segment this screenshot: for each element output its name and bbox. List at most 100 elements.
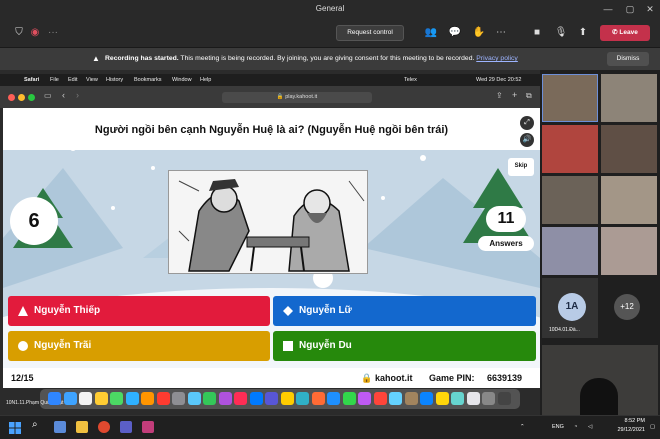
dock-app-icon[interactable] xyxy=(48,392,61,405)
privacy-policy-link[interactable]: Privacy policy xyxy=(476,55,518,62)
dock-app-icon[interactable] xyxy=(234,392,247,405)
teams-icon[interactable] xyxy=(120,421,132,433)
volume-icon[interactable]: ◁ xyxy=(588,424,592,430)
language-indicator[interactable]: ENG xyxy=(552,424,564,430)
participant-video[interactable] xyxy=(542,176,598,224)
chat-icon[interactable]: 💬 xyxy=(448,26,462,40)
dock-app-icon[interactable] xyxy=(373,392,387,405)
countdown-timer: 6 xyxy=(10,197,58,245)
more-dots-icon[interactable]: ··· xyxy=(46,26,60,40)
dock-app-icon[interactable] xyxy=(451,392,464,405)
dock-app-icon[interactable] xyxy=(125,392,139,405)
dock-app-icon[interactable] xyxy=(203,392,216,405)
participant-video[interactable] xyxy=(542,227,598,275)
answer-label: Nguyễn Thiếp xyxy=(34,305,101,316)
mac-clock: Wed 29 Dec 20:52 xyxy=(476,77,522,83)
menu-view[interactable]: View xyxy=(86,74,98,86)
dock-app-icon[interactable] xyxy=(141,392,154,405)
dock-app-icon[interactable] xyxy=(497,392,511,405)
question-image xyxy=(168,170,368,274)
dock-app-icon[interactable] xyxy=(327,392,340,405)
search-icon[interactable]: ⌕ xyxy=(32,419,38,430)
dock-app-icon[interactable] xyxy=(404,392,418,405)
dock-app-icon[interactable] xyxy=(389,392,402,405)
menu-help[interactable]: Help xyxy=(200,74,211,86)
camera-icon[interactable]: ■ xyxy=(530,26,544,40)
participant-video[interactable] xyxy=(601,176,657,224)
question-progress: 12/15 xyxy=(11,373,34,383)
answer-button-blue[interactable]: Nguyễn Lữ xyxy=(273,296,536,326)
dock-app-icon[interactable] xyxy=(466,392,480,405)
tabs-overview-icon[interactable]: ⧉ xyxy=(526,91,532,101)
wifi-icon[interactable]: ◔ xyxy=(574,424,577,430)
menu-window[interactable]: Window xyxy=(172,74,192,86)
taskbar-time[interactable]: 8:52 PM xyxy=(617,418,645,424)
dock-app-icon[interactable] xyxy=(79,392,92,405)
dock-app-icon[interactable] xyxy=(342,392,356,405)
back-icon[interactable]: ‹ xyxy=(62,90,65,100)
dock-app-icon[interactable] xyxy=(156,392,170,405)
menu-file[interactable]: File xyxy=(50,74,59,86)
participant-video[interactable] xyxy=(601,227,657,275)
menu-safari[interactable]: Safari xyxy=(24,74,39,86)
dock-app-icon[interactable] xyxy=(187,392,201,405)
close-window-dot[interactable] xyxy=(8,94,15,101)
notification-icon[interactable]: ▢ xyxy=(650,424,655,430)
taskbar-date[interactable]: 29/12/2021 xyxy=(610,427,645,433)
menu-history[interactable]: History xyxy=(106,74,123,86)
dock-app-icon[interactable] xyxy=(420,392,433,405)
dock-app-icon[interactable] xyxy=(218,392,232,405)
file-explorer-icon[interactable] xyxy=(76,421,88,433)
dock-app-icon[interactable] xyxy=(482,392,495,405)
minimize-window-dot[interactable] xyxy=(18,94,25,101)
menu-bookmarks[interactable]: Bookmarks xyxy=(134,74,162,86)
participant-video[interactable] xyxy=(542,74,598,122)
chrome-icon[interactable] xyxy=(98,421,110,433)
windows-start-icon[interactable] xyxy=(9,421,21,434)
minimize-icon[interactable]: — xyxy=(598,0,618,18)
close-icon[interactable]: ✕ xyxy=(640,0,660,18)
dock-app-icon[interactable] xyxy=(249,392,263,405)
request-control-button[interactable]: Request control xyxy=(336,25,404,41)
fullscreen-icon[interactable]: ⤢ xyxy=(520,116,534,130)
answer-button-green[interactable]: Nguyễn Du xyxy=(273,331,536,361)
participant-video[interactable] xyxy=(601,125,657,173)
task-view-icon[interactable] xyxy=(54,421,66,433)
leave-button[interactable]: ✆ Leave xyxy=(600,25,650,41)
forward-icon[interactable]: › xyxy=(76,90,79,100)
dock-app-icon[interactable] xyxy=(172,392,185,405)
dock-app-icon[interactable] xyxy=(110,392,123,405)
answer-button-yellow[interactable]: Nguyễn Trãi xyxy=(8,331,270,361)
zoom-window-dot[interactable] xyxy=(28,94,35,101)
menu-edit[interactable]: Edit xyxy=(68,74,77,86)
dock-app-icon[interactable] xyxy=(265,392,278,405)
new-tab-icon[interactable]: + xyxy=(512,90,517,100)
skip-button[interactable]: Skip xyxy=(508,158,534,176)
app-icon[interactable] xyxy=(142,421,154,433)
answer-button-red[interactable]: Nguyễn Thiếp xyxy=(8,296,270,326)
leave-label: Leave xyxy=(619,29,638,36)
share-page-icon[interactable]: ⇪ xyxy=(496,91,503,100)
dock-app-icon[interactable] xyxy=(296,392,309,405)
dock-app-icon[interactable] xyxy=(63,392,77,405)
sound-icon[interactable]: 🔊 xyxy=(520,133,534,147)
dock-app-icon[interactable] xyxy=(435,392,449,405)
dock-app-icon[interactable] xyxy=(311,392,325,405)
more-participants-button[interactable]: +12 xyxy=(614,294,640,320)
dock-app-icon[interactable] xyxy=(280,392,294,405)
tray-chevron-icon[interactable]: ⌃ xyxy=(520,424,525,430)
share-icon[interactable]: ⬆ xyxy=(576,26,590,40)
sidebar-icon[interactable]: ▭ xyxy=(44,91,52,100)
square-icon xyxy=(283,341,293,351)
participant-video[interactable] xyxy=(601,74,657,122)
reactions-icon[interactable]: ✋ xyxy=(472,26,486,40)
mic-icon[interactable]: 🎙 xyxy=(554,26,568,40)
maximize-icon[interactable]: ▢ xyxy=(620,0,640,18)
people-icon[interactable]: 👥 xyxy=(424,26,438,40)
dock-app-icon[interactable] xyxy=(358,392,371,405)
more-actions-icon[interactable]: ⋯ xyxy=(494,26,508,40)
participant-video[interactable] xyxy=(542,125,598,173)
dismiss-button[interactable]: Dismiss xyxy=(607,52,649,66)
address-bar[interactable]: 🔒 play.kahoot.it xyxy=(222,92,372,103)
dock-app-icon[interactable] xyxy=(94,392,108,405)
